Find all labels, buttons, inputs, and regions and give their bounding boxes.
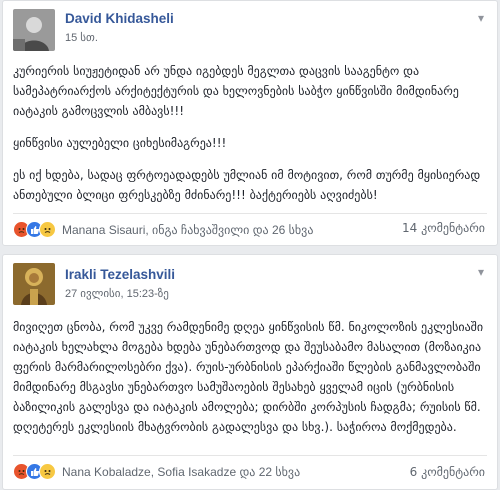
post-timestamp[interactable]: 27 ივლისი, 15:23-ზე: [65, 287, 169, 300]
avatar[interactable]: [13, 9, 55, 51]
post-paragraph: ყინწვისი აულებელი ციხესიმაგრეა!!!: [13, 136, 227, 150]
post-author[interactable]: Irakli Tezelashvili: [65, 267, 175, 282]
divider: [13, 455, 487, 456]
avatar[interactable]: [13, 263, 55, 305]
comments-count[interactable]: 14 კომენტარი: [402, 221, 485, 235]
chevron-down-icon[interactable]: ▾: [473, 265, 489, 279]
reactions-names[interactable]: Nana Kobaladze, Sofia Isakadze და 22 სხვ…: [62, 465, 300, 479]
post-paragraph: კურიერის სიუჟეტიდან არ უნდა იგებდეს მეგლ…: [13, 64, 459, 118]
post-body: მივიღეთ ცნობა, რომ უკვე რამდენიმე დღეა ყ…: [13, 317, 487, 449]
post-paragraph: მივიღეთ ცნობა, რომ უკვე რამდენიმე დღეა ყ…: [13, 320, 484, 434]
divider: [13, 213, 487, 214]
sad-reaction-icon: [39, 221, 56, 238]
reactions-summary[interactable]: Nana Kobaladze, Sofia Isakadze და 22 სხვ…: [13, 463, 300, 480]
sad-reaction-icon: [39, 463, 56, 480]
post-timestamp[interactable]: 15 სთ.: [65, 31, 98, 44]
post-paragraph: ეს იქ ხდება, სადაც ფრტოეადადებს უმლიან ი…: [13, 168, 481, 202]
post-body: კურიერის სიუჟეტიდან არ უნდა იგებდეს მეგლ…: [13, 61, 487, 217]
reactions-summary[interactable]: Manana Sisauri, ინგა ჩახვაშვილი და 26 სხ…: [13, 221, 313, 238]
comments-count[interactable]: 6 კომენტარი: [410, 465, 485, 479]
reactions-names[interactable]: Manana Sisauri, ინგა ჩახვაშვილი და 26 სხ…: [62, 223, 313, 237]
chevron-down-icon[interactable]: ▾: [473, 11, 489, 25]
post-card: David Khidasheli 15 სთ. ▾ კურიერის სიუჟე…: [2, 0, 498, 246]
post-author[interactable]: David Khidasheli: [65, 11, 174, 26]
post-card: Irakli Tezelashvili 27 ივლისი, 15:23-ზე …: [2, 254, 498, 490]
